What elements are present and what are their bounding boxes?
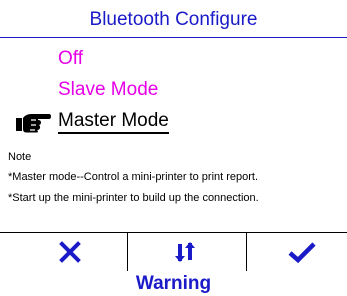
warning-label: Warning <box>135 273 212 294</box>
cancel-button[interactable] <box>40 238 100 266</box>
softkey-separator <box>127 233 128 271</box>
menu-item-label: Master Mode <box>58 110 169 134</box>
menu-item-label: Off <box>58 48 83 69</box>
confirm-button[interactable] <box>272 238 332 266</box>
switch-button[interactable] <box>155 238 215 266</box>
softkey-separator <box>246 233 247 271</box>
cross-icon <box>59 241 81 263</box>
pointing-hand-icon <box>16 114 51 133</box>
page-title: Bluetooth Configure <box>89 9 258 30</box>
menu-item-label: Slave Mode <box>58 79 159 100</box>
menu-item-master-mode[interactable]: Master Mode <box>58 109 169 134</box>
softkey-divider <box>0 232 347 233</box>
up-down-arrows-icon <box>175 242 195 262</box>
title-divider <box>0 37 347 38</box>
note-line: *Master mode--Control a mini-printer to … <box>8 171 259 183</box>
menu-item-slave-mode[interactable]: Slave Mode <box>58 78 158 102</box>
checkmark-icon <box>288 242 316 264</box>
menu-item-off[interactable]: Off <box>58 47 83 71</box>
note-heading: Note <box>8 151 32 163</box>
note-line: *Start up the mini-printer to build up t… <box>8 192 259 204</box>
